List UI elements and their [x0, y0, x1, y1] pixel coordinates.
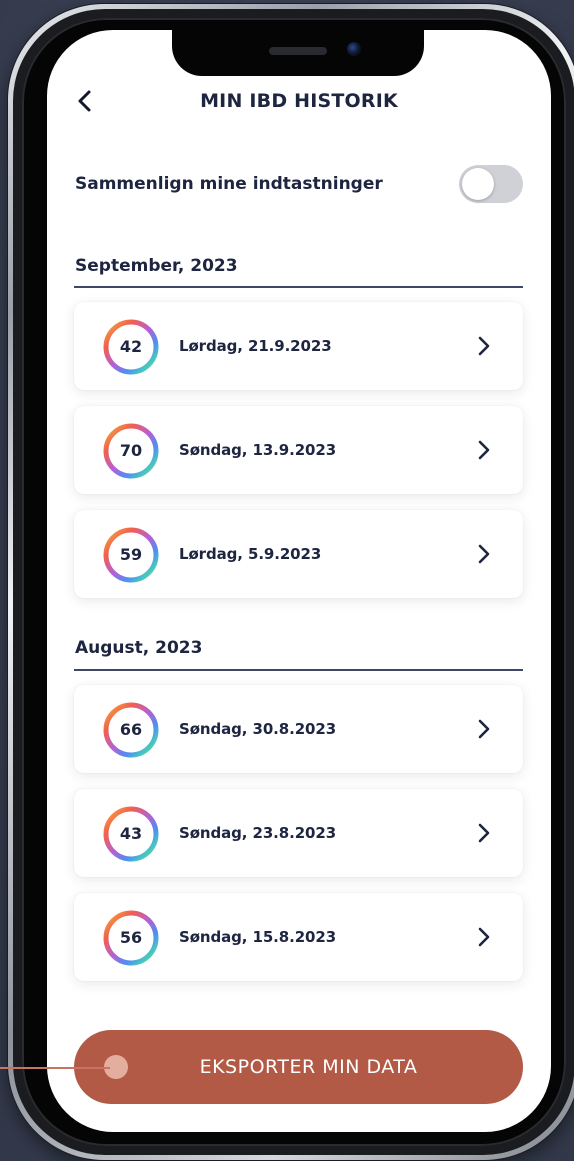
score-ring: 59 — [102, 526, 160, 584]
entry-date: Søndag, 15.8.2023 — [179, 928, 337, 946]
score-value: 70 — [119, 441, 143, 460]
export-data-button[interactable]: EKSPORTER MIN DATA — [74, 1030, 523, 1104]
section-divider — [74, 669, 523, 671]
entry-date: Søndag, 13.9.2023 — [179, 441, 337, 459]
score-ring: 43 — [102, 805, 160, 863]
score-ring: 42 — [102, 318, 160, 376]
score-ring: 66 — [102, 701, 160, 759]
export-button-label: EKSPORTER MIN DATA — [199, 1056, 418, 1078]
chevron-right-icon — [474, 924, 494, 950]
score-value: 43 — [119, 824, 143, 843]
compare-toggle[interactable] — [459, 165, 523, 203]
section-heading: September, 2023 — [75, 256, 238, 276]
chevron-right-icon — [474, 333, 494, 359]
pointer-line — [0, 1067, 110, 1069]
history-entry[interactable]: 59 Lørdag, 5.9.2023 — [74, 510, 523, 598]
chevron-right-icon — [474, 437, 494, 463]
entry-date: Lørdag, 5.9.2023 — [179, 545, 322, 563]
notch — [172, 30, 424, 76]
score-value: 56 — [119, 928, 143, 947]
chevron-right-icon — [474, 820, 494, 846]
entry-date: Søndag, 30.8.2023 — [179, 720, 337, 738]
history-entry[interactable]: 43 Søndag, 23.8.2023 — [74, 789, 523, 877]
section-heading: August, 2023 — [75, 638, 203, 658]
score-value: 42 — [119, 337, 143, 356]
speaker — [269, 47, 327, 55]
page-title: MIN IBD HISTORIK — [200, 90, 398, 112]
history-entry[interactable]: 56 Søndag, 15.8.2023 — [74, 893, 523, 981]
chevron-right-icon — [474, 716, 494, 742]
section-divider — [74, 286, 523, 288]
history-entry[interactable]: 66 Søndag, 30.8.2023 — [74, 685, 523, 773]
front-camera — [347, 42, 361, 56]
entry-date: Lørdag, 21.9.2023 — [179, 337, 332, 355]
compare-label: Sammenlign mine indtastninger — [75, 174, 383, 194]
score-value: 59 — [119, 545, 143, 564]
score-value: 66 — [119, 720, 143, 739]
history-entry[interactable]: 42 Lørdag, 21.9.2023 — [74, 302, 523, 390]
score-ring: 70 — [102, 422, 160, 480]
toggle-knob — [462, 168, 494, 200]
chevron-right-icon — [474, 541, 494, 567]
entry-date: Søndag, 23.8.2023 — [179, 824, 337, 842]
score-ring: 56 — [102, 909, 160, 967]
app-screen: MIN IBD HISTORIK Sammenlign mine indtast… — [47, 30, 551, 1132]
history-entry[interactable]: 70 Søndag, 13.9.2023 — [74, 406, 523, 494]
